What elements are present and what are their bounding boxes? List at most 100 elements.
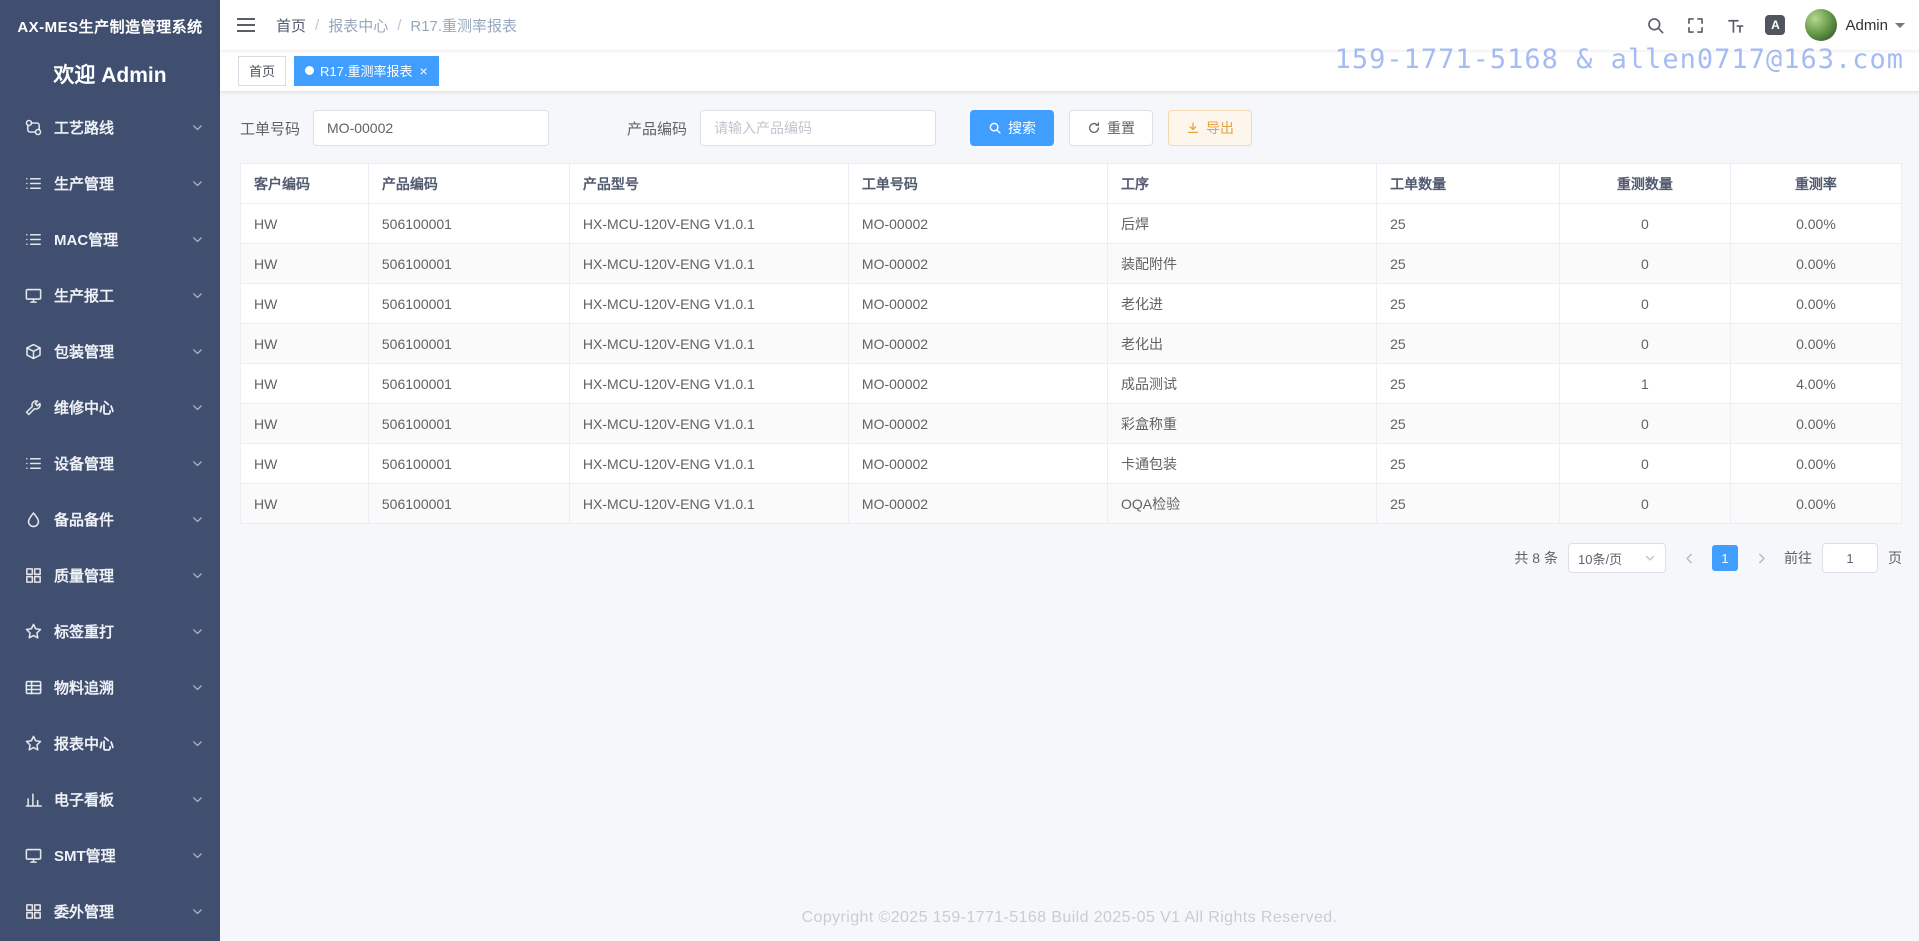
sidebar-item-label: 标签重打: [54, 623, 115, 641]
table-cell: HX-MCU-120V-ENG V1.0.1: [568, 443, 849, 484]
table-cell: 0: [1558, 243, 1731, 284]
table-cell: 25: [1376, 283, 1560, 324]
pagination-total: 共 8 条: [1514, 550, 1558, 566]
search-button[interactable]: 搜索: [970, 110, 1055, 146]
prev-page-button[interactable]: [1676, 545, 1702, 571]
table-cell: HW: [240, 483, 369, 524]
pagination: 共 8 条 10条/页 1 前往 页: [240, 543, 1902, 573]
sidebar-item-4[interactable]: 生产报工: [0, 267, 220, 323]
table-cell: HX-MCU-120V-ENG V1.0.1: [568, 203, 849, 244]
product-code-input[interactable]: [700, 110, 937, 146]
goto-page-input[interactable]: [1822, 543, 1878, 573]
sidebar-item-8[interactable]: 备品备件: [0, 491, 220, 547]
export-button[interactable]: 导出: [1168, 110, 1253, 146]
tab-2[interactable]: R17.重测率报表 ×: [294, 55, 439, 86]
chevron-down-icon: [1645, 555, 1655, 561]
table-cell: 25: [1376, 203, 1560, 244]
page-unit-label: 页: [1888, 550, 1902, 566]
sidebar-item-2[interactable]: 生产管理: [0, 155, 220, 211]
sidebar-item-15[interactable]: 委外管理: [0, 883, 220, 939]
goto-label: 前往: [1784, 550, 1812, 566]
grid-icon: [26, 567, 41, 583]
column-header-3: 产品型号: [568, 163, 849, 204]
sidebar-item-label: 质量管理: [54, 567, 115, 585]
sidebar-item-3[interactable]: MAC管理: [0, 211, 220, 267]
table-cell: 4.00%: [1729, 363, 1903, 404]
sidebar-item-11[interactable]: 物料追溯: [0, 659, 220, 715]
table-cell: 1: [1558, 363, 1731, 404]
export-button-label: 导出: [1206, 120, 1235, 136]
table-cell: HX-MCU-120V-ENG V1.0.1: [568, 283, 849, 324]
refresh-icon: [1089, 122, 1100, 133]
sidebar-menu: 工艺路线 生产管理 MAC管理生产报工包装管理 维修中心 设备管理 备品备件质量管理标签重…: [0, 99, 220, 941]
sidebar-item-14[interactable]: SMT管理: [0, 827, 220, 883]
chevron-down-icon: [193, 740, 202, 746]
sidebar-item-label: 生产报工: [54, 287, 115, 305]
table-cell: MO-00002: [847, 283, 1109, 324]
sidebar-item-13[interactable]: 电子看板: [0, 771, 220, 827]
sidebar-item-7[interactable]: 设备管理: [0, 435, 220, 491]
search-icon[interactable]: [1635, 0, 1675, 50]
table-row-4: HW 506100001 HX-MCU-120V-ENG V1.0.1 MO-0000…: [240, 323, 1903, 364]
breadcrumb-separator: /: [397, 16, 402, 34]
sidebar-item-1[interactable]: 工艺路线: [0, 99, 220, 155]
table-cell: 老化出: [1107, 323, 1378, 364]
table-cell: 卡通包装: [1107, 443, 1378, 484]
page-size-select[interactable]: 10条/页: [1568, 543, 1666, 573]
table-cell: 506100001: [367, 283, 570, 324]
star-icon: [25, 735, 42, 751]
tab-1[interactable]: 首页: [238, 55, 287, 86]
reset-button[interactable]: 重置: [1069, 110, 1154, 146]
sidebar-item-9[interactable]: 质量管理: [0, 547, 220, 603]
breadcrumb-item-2[interactable]: 报表中心: [328, 15, 388, 36]
monitor-icon: [25, 848, 42, 863]
table-cell: MO-00002: [847, 443, 1109, 484]
chevron-down-icon: [193, 348, 202, 354]
table-cell: OQA检验: [1107, 483, 1378, 524]
avatar[interactable]: [1805, 9, 1838, 41]
table-cell: 0.00%: [1729, 203, 1903, 244]
work-order-input[interactable]: [313, 110, 550, 146]
chevron-down-icon: [193, 796, 202, 802]
reset-button-label: 重置: [1107, 120, 1136, 136]
chevron-down-icon: [193, 572, 202, 578]
table-cell: 506100001: [367, 203, 570, 244]
fullscreen-icon[interactable]: [1675, 0, 1715, 50]
hamburger-icon[interactable]: [220, 0, 272, 50]
table-cell: HW: [240, 283, 369, 324]
sidebar: AX-MES生产制造管理系统 欢迎 Admin 工艺路线 生产管理 MAC管理 生产报…: [0, 0, 220, 941]
work-order-label: 工单号码: [240, 120, 301, 138]
sidebar-item-label: 报表中心: [54, 735, 115, 753]
table-cell: 506100001: [367, 243, 570, 284]
sidebar-item-10[interactable]: 标签重打: [0, 603, 220, 659]
tabs-bar: 首页 R17.重测率报表 ×: [220, 50, 1919, 92]
language-icon[interactable]: A: [1755, 0, 1795, 50]
sidebar-item-label: 委外管理: [54, 903, 115, 921]
font-size-icon[interactable]: [1715, 0, 1755, 50]
sidebar-item-label: MAC管理: [54, 231, 119, 249]
chevron-down-icon: [193, 292, 202, 298]
breadcrumb-item-1[interactable]: 首页: [276, 15, 306, 36]
filter-row: 工单号码 产品编码 搜索 重置 导出: [240, 110, 1902, 146]
table-cell: MO-00002: [847, 243, 1109, 284]
table-cell: HW: [240, 443, 369, 484]
table-cell: MO-00002: [847, 323, 1109, 364]
chevron-down-icon: [193, 180, 202, 186]
chevron-down-icon[interactable]: [1895, 23, 1905, 33]
user-menu[interactable]: Admin: [1845, 17, 1888, 34]
table-cell: 0.00%: [1729, 283, 1903, 324]
main-area: 首页 / 报表中心 / R17.重测率报表 A Admin 首页 R17.重测率报表 × 工…: [220, 0, 1919, 941]
next-page-button[interactable]: [1748, 545, 1774, 571]
sidebar-item-6[interactable]: 维修中心: [0, 379, 220, 435]
table-cell: HX-MCU-120V-ENG V1.0.1: [568, 243, 849, 284]
tab-label: R17.重测率报表: [320, 64, 413, 79]
table-icon: [25, 680, 42, 694]
table-header-row: 客户编码 产品编码 产品型号 工单号码 工序 工单数量 重测数量 重测率: [240, 163, 1903, 204]
table-cell: 0: [1558, 483, 1731, 524]
close-icon[interactable]: ×: [419, 64, 427, 78]
route-icon: [25, 119, 42, 135]
sidebar-item-12[interactable]: 报表中心: [0, 715, 220, 771]
page-number-button[interactable]: 1: [1712, 545, 1738, 571]
sidebar-item-5[interactable]: 包装管理: [0, 323, 220, 379]
sidebar-item-label: 电子看板: [54, 791, 115, 809]
